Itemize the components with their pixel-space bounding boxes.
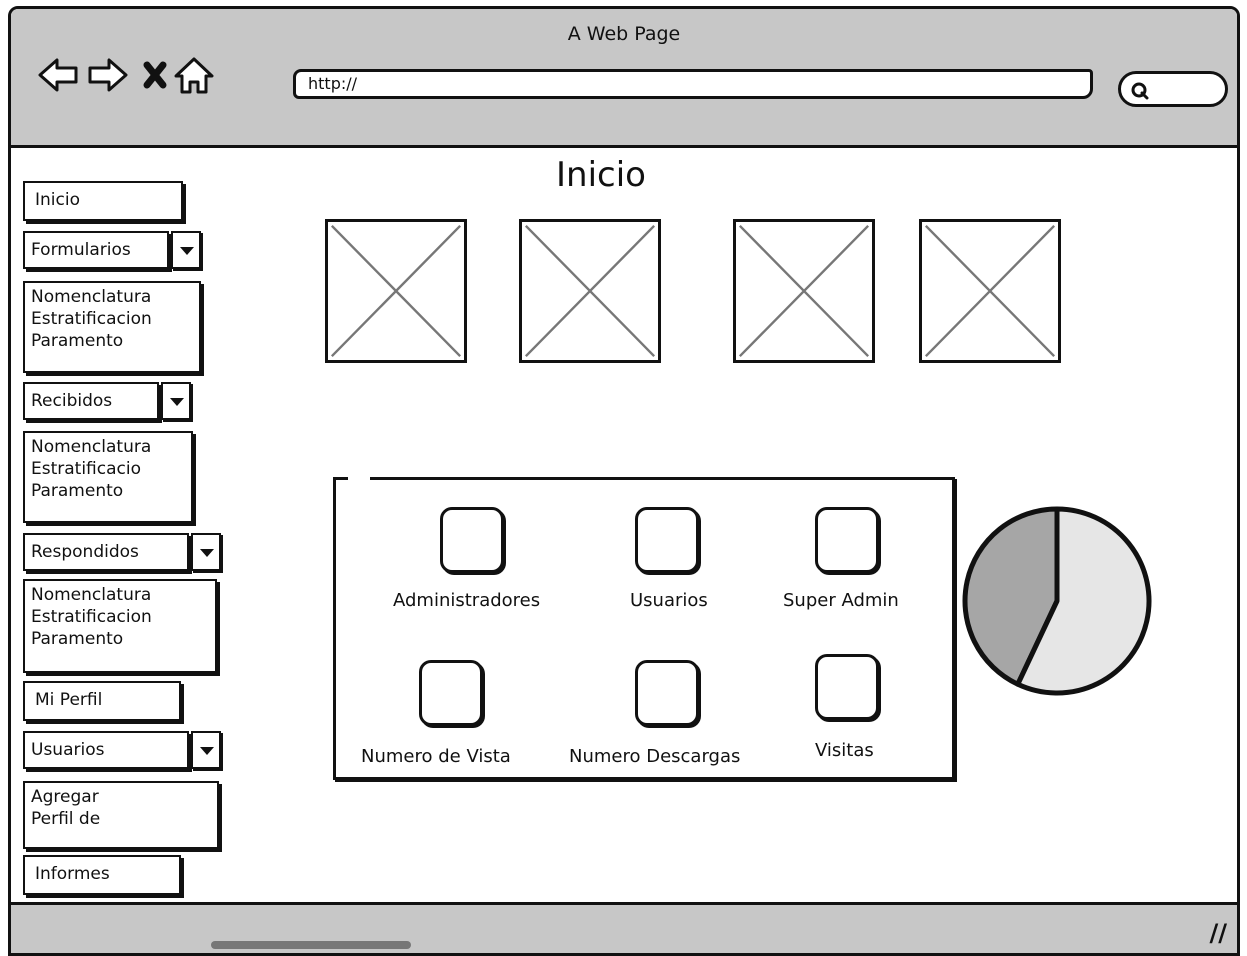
stat-icon [815,654,879,720]
stat-label: Numero Descargas [569,746,741,767]
list-item[interactable]: Nomenclatura [31,436,185,458]
stat-icon [440,507,504,573]
image-placeholder [733,219,875,363]
image-placeholder [519,219,661,363]
stop-icon[interactable] [135,55,175,95]
dropdown-label: Recibidos [31,391,113,411]
stat-label: Super Admin [783,590,899,611]
chevron-down-icon[interactable] [191,731,221,769]
sidebar-item-label: Mi Perfil [35,690,103,710]
status-bar: // [11,902,1237,953]
page-title: Inicio [556,155,646,195]
sidebar-item-label: Informes [35,864,110,884]
stat-icon [635,507,699,573]
search-icon [1131,82,1149,100]
stat-icon [815,507,879,573]
list-item[interactable]: Estratificacio [31,458,185,480]
list-item[interactable]: Perfil de [31,808,211,830]
sidebar-dropdown-recibidos[interactable]: Recibidos [23,382,191,420]
stat-label: Visitas [815,740,874,761]
list-item[interactable]: Paramento [31,330,193,352]
list-item[interactable]: Nomenclatura [31,584,209,606]
sidebar-dropdown-respondidos[interactable]: Respondidos [23,533,221,571]
list-item[interactable]: Paramento [31,628,209,650]
image-placeholder [325,219,467,363]
stat-label: Numero de Vista [361,746,511,767]
browser-toolbar: A Web Page http:// [11,9,1237,148]
stat-icon [635,660,699,726]
window-title: A Web Page [567,23,681,45]
pie-chart [962,506,1152,696]
stats-panel: Administradores Usuarios Super Admin Num… [333,474,955,780]
sidebar-list-respondidos: Nomenclatura Estratificacion Paramento [23,579,217,673]
sidebar-list-usuarios: Agregar Perfil de [23,781,219,849]
list-item[interactable]: Agregar [31,786,211,808]
stat-label: Usuarios [630,590,708,611]
dropdown-label: Respondidos [31,542,139,562]
forward-icon[interactable] [87,55,129,95]
horizontal-scrollbar[interactable] [211,941,411,949]
dropdown-label: Formularios [31,240,131,260]
stat-label: Administradores [393,590,541,611]
dropdown-label: Usuarios [31,740,105,760]
list-item[interactable]: Estratificacion [31,606,209,628]
browser-window: A Web Page http:// Inicio Formularios No… [8,6,1240,956]
sidebar-list-formularios: Nomenclatura Estratificacion Paramento [23,281,201,373]
sidebar-item-mi-perfil[interactable]: Mi Perfil [23,681,181,721]
sidebar-dropdown-formularios[interactable]: Formularios [23,231,201,269]
sidebar-item-informes[interactable]: Informes [23,855,181,895]
sidebar-item-inicio[interactable]: Inicio [23,181,183,221]
home-icon[interactable] [173,55,215,95]
chevron-down-icon[interactable] [191,533,221,571]
resize-handle-icon[interactable]: // [1209,919,1227,947]
address-bar[interactable]: http:// [293,69,1093,99]
back-icon[interactable] [37,55,79,95]
list-item[interactable]: Nomenclatura [31,286,193,308]
sidebar-item-label: Inicio [35,190,80,210]
sidebar-dropdown-usuarios[interactable]: Usuarios [23,731,221,769]
sidebar-list-recibidos: Nomenclatura Estratificacio Paramento [23,431,193,523]
list-item[interactable]: Paramento [31,480,185,502]
image-placeholder [919,219,1061,363]
search-field[interactable] [1118,71,1228,107]
chevron-down-icon[interactable] [171,231,201,269]
list-item[interactable]: Estratificacion [31,308,193,330]
address-value: http:// [308,74,358,93]
chevron-down-icon[interactable] [161,382,191,420]
stat-icon [419,660,483,726]
